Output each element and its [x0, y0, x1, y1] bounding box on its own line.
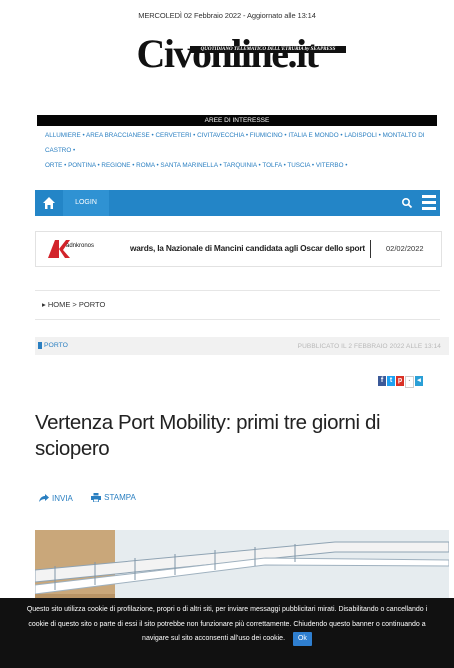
- article-meta-bar: PORTO PUBBLICATO IL 2 FEBBRAIO 2022 ALLE…: [35, 337, 449, 355]
- areas-list: ALLUMIERE • AREA BRACCIANESE • CERVETERI…: [45, 128, 437, 173]
- login-button[interactable]: LOGIN: [63, 190, 109, 216]
- pinterest-share-icon[interactable]: p: [396, 376, 404, 386]
- print-label: STAMPA: [104, 493, 136, 502]
- menu-icon[interactable]: [422, 195, 436, 211]
- share-arrow-icon: [39, 494, 49, 502]
- cookie-text-line-2: cookie di questo sito o parte di essi il…: [28, 620, 426, 628]
- category-link[interactable]: PORTO: [44, 342, 68, 349]
- main-navbar: LOGIN: [35, 190, 440, 216]
- cookie-text-line-1: Questo sito utilizza cookie di profilazi…: [26, 606, 428, 613]
- publish-date: PUBBLICATO IL 2 FEBBRAIO 2022 ALLE 13:14: [297, 343, 441, 350]
- send-button[interactable]: INVIA: [39, 494, 73, 503]
- logo-wordmark: Civonline.it: [136, 31, 319, 76]
- send-label: INVIA: [52, 493, 73, 503]
- cookie-text-line-3: navigare sul sito acconsenti all'uso dei…: [142, 635, 286, 642]
- areas-line-2[interactable]: ORTE • PONTINA • REGIONE • ROMA • SANTA …: [45, 158, 437, 173]
- facebook-share-icon[interactable]: f: [378, 376, 386, 386]
- telegram-share-icon[interactable]: ◂: [415, 376, 423, 386]
- print-button[interactable]: STAMPA: [91, 493, 136, 502]
- twitter-share-icon[interactable]: t: [387, 376, 395, 386]
- article-title: Vertenza Port Mobility: primi tre giorni…: [35, 411, 381, 460]
- share-bar: f t p · ◂: [378, 376, 424, 388]
- print-icon: [91, 493, 102, 502]
- ticker-headline[interactable]: wards, la Nazionale di Mancini candidata…: [130, 243, 365, 253]
- site-logo[interactable]: Civonline.it: [0, 33, 454, 75]
- breadcrumb: ▸ HOME > PORTO: [35, 290, 440, 320]
- areas-line-1[interactable]: ALLUMIERE • AREA BRACCIANESE • CERVETERI…: [45, 128, 437, 158]
- search-icon[interactable]: [401, 197, 413, 209]
- ticker-divider: [370, 240, 371, 258]
- areas-heading: AREE DI INTERESSE: [37, 115, 437, 126]
- share-count-icon: ·: [405, 376, 414, 388]
- logo-tagline: QUOTIDIANO TELEMATICO DELL'ETRURIA by SE…: [190, 46, 346, 53]
- adnkronos-logo: [48, 240, 70, 258]
- header-date: MERCOLEDÌ 02 Febbraio 2022 - Aggiornato …: [138, 11, 316, 20]
- article-actions: INVIA STAMPA: [39, 493, 152, 504]
- adnkronos-wordmark: adnkronos: [66, 243, 95, 249]
- breadcrumb-text[interactable]: ▸ HOME > PORTO: [42, 300, 105, 309]
- category-flag-icon: [38, 342, 42, 349]
- cookie-banner: Questo sito utilizza cookie di profilazi…: [0, 598, 454, 668]
- ticker-date: 02/02/2022: [386, 244, 424, 253]
- home-icon[interactable]: [42, 196, 56, 210]
- cookie-ok-button[interactable]: Ok: [292, 632, 312, 646]
- news-ticker: adnkronos wards, la Nazionale di Mancini…: [35, 231, 442, 267]
